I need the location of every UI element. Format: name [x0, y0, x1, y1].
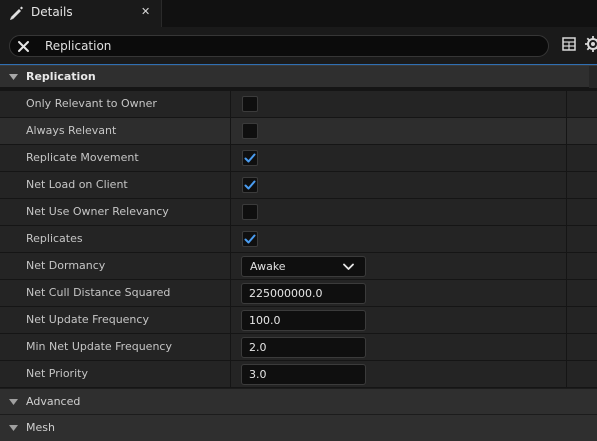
pen-icon [10, 6, 23, 20]
section-label: Replication [26, 70, 96, 83]
replicates-checkbox[interactable] [242, 231, 258, 247]
triangle-down-icon [9, 399, 18, 405]
tab-close-icon[interactable]: ✕ [141, 5, 150, 18]
column-divider [230, 172, 231, 199]
column-divider [230, 361, 231, 388]
column-divider [230, 334, 231, 361]
gear-icon[interactable] [585, 36, 597, 52]
dropdown-value: Awake [250, 260, 286, 273]
column-divider [230, 118, 231, 145]
column-divider [230, 91, 231, 118]
column-divider [566, 280, 567, 307]
property-row: Always Relevant [0, 118, 597, 145]
property-name: Net Use Owner Relevancy [26, 205, 169, 218]
replicate-movement-checkbox[interactable] [242, 150, 258, 166]
property-row: Min Net Update Frequency 2.0 [0, 334, 597, 361]
property-name: Replicate Movement [26, 151, 139, 164]
tab-details[interactable]: Details ✕ [0, 0, 162, 27]
column-divider [230, 145, 231, 172]
net-cull-distance-squared-field[interactable]: 225000000.0 [241, 283, 366, 304]
checkmark-icon [244, 180, 256, 190]
field-value: 2.0 [249, 341, 267, 354]
property-name: Always Relevant [26, 124, 117, 137]
property-row: Net Cull Distance Squared 225000000.0 [0, 280, 597, 307]
column-divider [566, 91, 567, 118]
tab-strip: Details ✕ [0, 0, 597, 27]
property-row: Net Load on Client [0, 172, 597, 199]
property-row: Net Update Frequency 100.0 [0, 307, 597, 334]
column-divider [566, 307, 567, 334]
column-divider [566, 172, 567, 199]
column-divider [230, 253, 231, 280]
column-divider [230, 226, 231, 253]
always-relevant-checkbox[interactable] [242, 123, 258, 139]
field-value: 100.0 [249, 314, 281, 327]
chevron-down-icon [343, 263, 354, 270]
column-divider [566, 226, 567, 253]
property-name: Only Relevant to Owner [26, 97, 157, 110]
section-label: Mesh [26, 421, 55, 434]
column-divider [566, 118, 567, 145]
table-icon[interactable] [562, 37, 576, 51]
property-name: Net Update Frequency [26, 313, 149, 326]
search-row [0, 27, 597, 64]
property-name: Net Priority [26, 367, 88, 380]
property-row: Net Use Owner Relevancy [0, 199, 597, 226]
column-divider [566, 199, 567, 226]
close-icon[interactable] [16, 39, 31, 54]
net-use-owner-relevancy-checkbox[interactable] [242, 204, 258, 220]
property-name: Replicates [26, 232, 83, 245]
section-edge [589, 66, 597, 88]
min-net-update-frequency-field[interactable]: 2.0 [241, 337, 366, 358]
property-name: Net Cull Distance Squared [26, 286, 171, 299]
property-row: Net Priority 3.0 [0, 361, 597, 388]
net-load-on-client-checkbox[interactable] [242, 177, 258, 193]
property-row: Replicate Movement [0, 145, 597, 172]
tab-title: Details [31, 5, 73, 19]
triangle-down-icon [9, 425, 18, 431]
net-dormancy-dropdown[interactable]: Awake [241, 256, 366, 277]
triangle-down-icon [9, 74, 18, 80]
column-divider [230, 280, 231, 307]
column-divider [566, 361, 567, 388]
column-divider [566, 145, 567, 172]
property-name: Min Net Update Frequency [26, 340, 172, 353]
column-divider [230, 307, 231, 334]
section-header-advanced[interactable]: Advanced [0, 388, 597, 414]
section-header-replication[interactable]: Replication [0, 65, 597, 88]
column-divider [566, 253, 567, 280]
checkmark-icon [244, 153, 256, 163]
field-value: 3.0 [249, 368, 267, 381]
section-header-mesh[interactable]: Mesh [0, 414, 597, 441]
net-update-frequency-field[interactable]: 100.0 [241, 310, 366, 331]
property-name: Net Load on Client [26, 178, 128, 191]
column-divider [566, 334, 567, 361]
field-value: 225000000.0 [249, 287, 323, 300]
property-row: Net Dormancy Awake [0, 253, 597, 280]
property-row: Only Relevant to Owner [0, 91, 597, 118]
property-name: Net Dormancy [26, 259, 106, 272]
property-row: Replicates [0, 226, 597, 253]
only-relevant-to-owner-checkbox[interactable] [242, 96, 258, 112]
net-priority-field[interactable]: 3.0 [241, 364, 366, 385]
search-box[interactable] [9, 35, 549, 57]
section-label: Advanced [26, 395, 81, 408]
search-input[interactable] [45, 38, 525, 54]
checkmark-icon [244, 234, 256, 244]
column-divider [230, 199, 231, 226]
